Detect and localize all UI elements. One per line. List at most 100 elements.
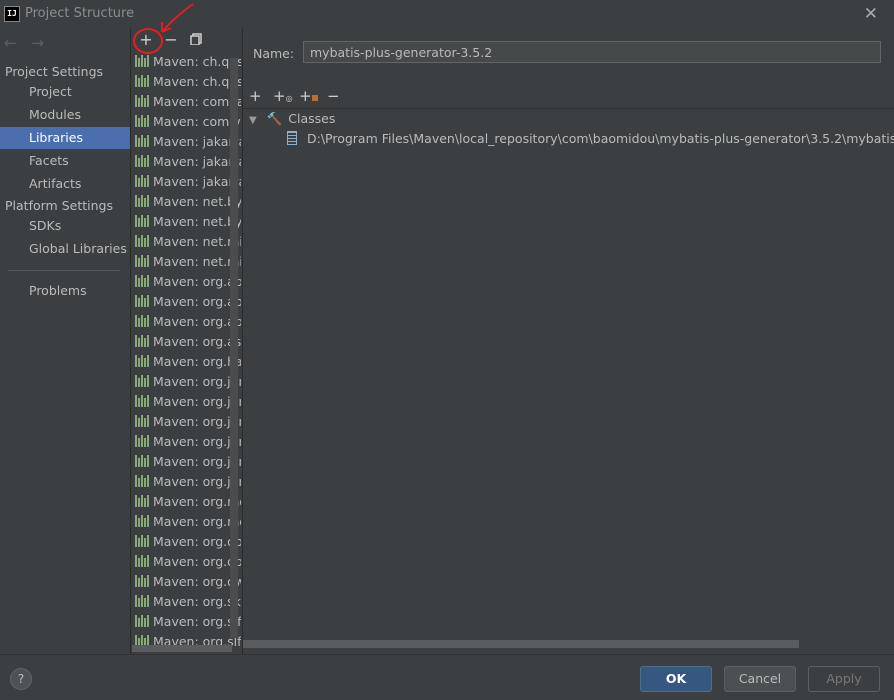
library-label: Maven: net.byte — [153, 214, 241, 229]
nav-item-facets[interactable]: Facets — [0, 150, 130, 172]
library-list-item[interactable]: Maven: org.ass — [131, 332, 241, 352]
add-root-button[interactable]: + — [249, 87, 262, 105]
nav-item-label: Global Libraries — [29, 241, 127, 256]
nav-item-libraries[interactable]: Libraries — [0, 127, 130, 149]
forward-arrow-icon[interactable]: → — [31, 34, 44, 52]
library-label: Maven: com.jay — [153, 94, 241, 109]
add-jar-label: + — [299, 87, 312, 105]
library-list-item[interactable]: Maven: org.apa — [131, 292, 241, 312]
add-jar-button[interactable]: + — [299, 87, 318, 105]
classes-tree: ▼ 🔨 Classes D:\Program Files\Maven\local… — [243, 108, 894, 649]
library-list-item[interactable]: Maven: org.jun — [131, 372, 241, 392]
library-list-item[interactable]: Maven: org.jun — [131, 432, 241, 452]
nav-item-label: Modules — [29, 107, 81, 122]
nav-item-label: Facets — [29, 153, 69, 168]
library-list-item[interactable]: Maven: org.mo — [131, 492, 241, 512]
libraries-horizontal-scrollbar[interactable] — [132, 645, 232, 652]
library-list-item[interactable]: Maven: jakarta. — [131, 132, 241, 152]
library-label: Maven: org.api — [153, 314, 241, 329]
library-list-item[interactable]: Maven: ch.qos. — [131, 52, 241, 72]
nav-item-problems[interactable]: Problems — [0, 280, 130, 302]
nav-item-artifacts[interactable]: Artifacts — [0, 173, 130, 195]
library-icon — [135, 395, 151, 407]
library-label: Maven: jakarta. — [153, 174, 241, 189]
nav-item-project[interactable]: Project — [0, 81, 130, 103]
chevron-down-icon[interactable]: ▼ — [249, 115, 257, 126]
library-icon — [135, 415, 151, 427]
nav-item-label: Project — [29, 84, 72, 99]
libraries-list[interactable]: Maven: ch.qos. Maven: ch.qos. Maven: com.j… — [131, 52, 241, 648]
library-label: Maven: com.va — [153, 114, 241, 129]
library-label: Maven: org.jun — [153, 434, 241, 449]
library-label: Maven: org.ow — [153, 574, 241, 589]
libraries-list-panel: + − Maven: ch.qos. Maven: ch.qos. Maven: c… — [130, 28, 242, 654]
library-list-item[interactable]: Maven: org.ope — [131, 552, 241, 572]
library-list-item[interactable]: Maven: org.jun — [131, 412, 241, 432]
library-list-item[interactable]: Maven: org.obj — [131, 532, 241, 552]
nav-item-global-libraries[interactable]: Global Libraries — [0, 238, 130, 260]
detail-horizontal-scrollbar[interactable] — [243, 640, 799, 648]
nav-item-label: Artifacts — [29, 176, 82, 191]
library-icon — [135, 615, 151, 627]
library-list-item[interactable]: Maven: net.byte — [131, 212, 241, 232]
tree-node-jar-path[interactable]: D:\Program Files\Maven\local_repository\… — [287, 129, 894, 149]
library-label: Maven: org.ass — [153, 334, 241, 349]
library-label: Maven: jakarta. — [153, 134, 241, 149]
library-list-item[interactable]: Maven: com.va — [131, 112, 241, 132]
library-list-item[interactable]: Maven: org.jun — [131, 472, 241, 492]
jar-badge-icon — [311, 95, 318, 101]
library-list-item[interactable]: Maven: org.har — [131, 352, 241, 372]
library-label: Maven: org.obj — [153, 534, 241, 549]
add-library-button[interactable]: + — [136, 31, 156, 49]
library-list-item[interactable]: Maven: org.sky — [131, 592, 241, 612]
library-list-item[interactable]: Maven: org.api — [131, 312, 241, 332]
remove-root-button[interactable]: − — [327, 87, 340, 105]
attach-badge-icon: ◎ — [285, 94, 293, 103]
library-list-item[interactable]: Maven: jakarta. — [131, 152, 241, 172]
ok-button[interactable]: OK — [640, 666, 712, 692]
library-label: Maven: org.mo — [153, 494, 241, 509]
library-icon — [135, 235, 151, 247]
library-icon — [135, 255, 151, 267]
close-icon[interactable]: ✕ — [864, 4, 878, 24]
library-icon — [135, 455, 151, 467]
apply-button[interactable]: Apply — [808, 666, 880, 692]
nav-item-modules[interactable]: Modules — [0, 104, 130, 126]
library-list-item[interactable]: Maven: net.byte — [131, 192, 241, 212]
library-list-item[interactable]: Maven: org.mo — [131, 512, 241, 532]
tree-node-classes[interactable]: ▼ 🔨 Classes — [249, 109, 335, 129]
nav-item-sdks[interactable]: SDKs — [0, 215, 130, 237]
dialog-footer: ? OK Cancel Apply — [0, 654, 894, 700]
library-list-item[interactable]: Maven: org.ow — [131, 572, 241, 592]
library-icon — [135, 575, 151, 587]
library-list-item[interactable]: Maven: jakarta. — [131, 172, 241, 192]
library-icon — [135, 495, 151, 507]
libraries-scrollbar[interactable] — [230, 58, 238, 638]
name-label: Name: — [253, 46, 295, 61]
library-list-item[interactable]: Maven: com.jay — [131, 92, 241, 112]
library-list-item[interactable]: Maven: org.jun — [131, 392, 241, 412]
library-list-item[interactable]: Maven: net.min — [131, 252, 241, 272]
library-name-input[interactable]: mybatis-plus-generator-3.5.2 — [303, 41, 881, 63]
library-label: Maven: org.har — [153, 354, 241, 369]
library-icon — [135, 215, 151, 227]
copy-library-button[interactable] — [186, 31, 206, 49]
remove-library-button[interactable]: − — [161, 31, 181, 49]
help-button[interactable]: ? — [10, 668, 32, 690]
cancel-button[interactable]: Cancel — [724, 666, 796, 692]
settings-nav: ← → Project Settings Project Modules Lib… — [0, 28, 130, 654]
library-label: Maven: jakarta. — [153, 154, 241, 169]
tree-node-label: Classes — [288, 111, 336, 126]
back-arrow-icon[interactable]: ← — [4, 34, 17, 52]
library-list-item[interactable]: Maven: net.min — [131, 232, 241, 252]
library-list-item[interactable]: Maven: org.apa — [131, 272, 241, 292]
library-list-item[interactable]: Maven: org.slf4 — [131, 612, 241, 632]
library-list-item[interactable]: Maven: ch.qos. — [131, 72, 241, 92]
library-list-item[interactable]: Maven: org.jun — [131, 452, 241, 472]
library-label: Maven: net.min — [153, 254, 241, 269]
library-icon — [135, 275, 151, 287]
library-detail-panel: Name: mybatis-plus-generator-3.5.2 + +◎ … — [242, 28, 894, 654]
library-icon — [135, 315, 151, 327]
library-label: Maven: org.sky — [153, 594, 241, 609]
add-attached-button[interactable]: +◎ — [273, 87, 293, 105]
